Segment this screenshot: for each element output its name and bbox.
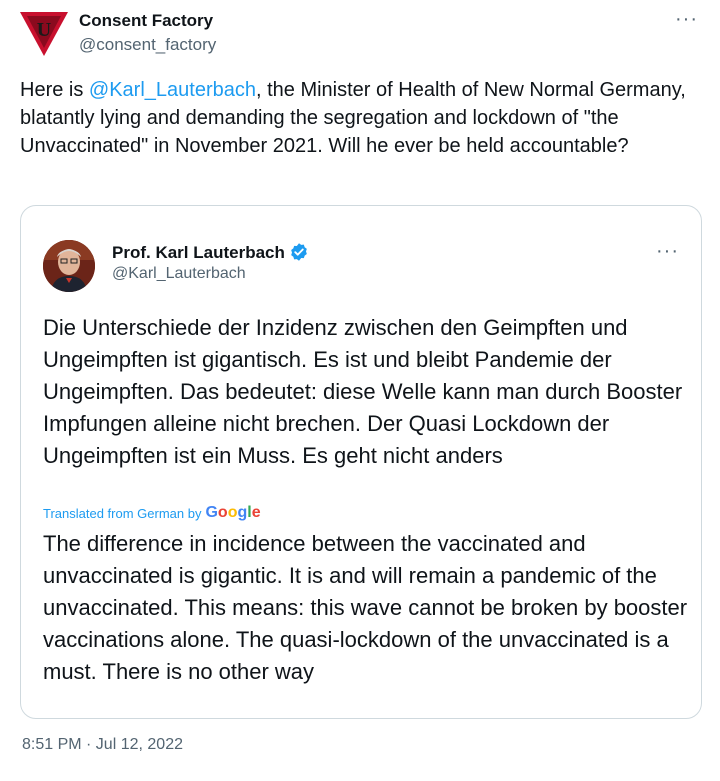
google-logo-icon: Google <box>205 504 261 521</box>
more-options-icon[interactable]: ··· <box>656 240 679 263</box>
translation-attribution[interactable]: Translated from German by Google <box>43 504 261 522</box>
quoted-author-name[interactable]: Prof. Karl Lauterbach <box>112 243 285 263</box>
more-options-icon[interactable]: ··· <box>675 8 698 31</box>
mention-link[interactable]: @Karl_Lauterbach <box>89 79 256 101</box>
avatar[interactable] <box>43 240 95 292</box>
verified-badge-icon <box>289 242 309 262</box>
author-handle[interactable]: @consent_factory <box>79 35 216 55</box>
quoted-author-handle[interactable]: @Karl_Lauterbach <box>112 265 246 283</box>
svg-text:U: U <box>37 19 51 41</box>
tweet-text: Here is @Karl_Lauterbach, the Minister o… <box>20 76 700 160</box>
quoted-translation-text: The difference in incidence between the … <box>43 531 688 684</box>
quoted-original-text: Die Unterschiede der Inzidenz zwischen d… <box>43 315 683 468</box>
quoted-tweet-card[interactable]: Prof. Karl Lauterbach @Karl_Lauterbach ·… <box>20 205 702 719</box>
translated-label: Translated from German by <box>43 505 202 521</box>
tweet-text-before: Here is <box>20 79 89 101</box>
consent-factory-logo-icon[interactable]: U <box>20 10 68 58</box>
timestamp[interactable]: 8:51 PM · Jul 12, 2022 <box>22 736 183 754</box>
author-name[interactable]: Consent Factory <box>79 11 213 31</box>
